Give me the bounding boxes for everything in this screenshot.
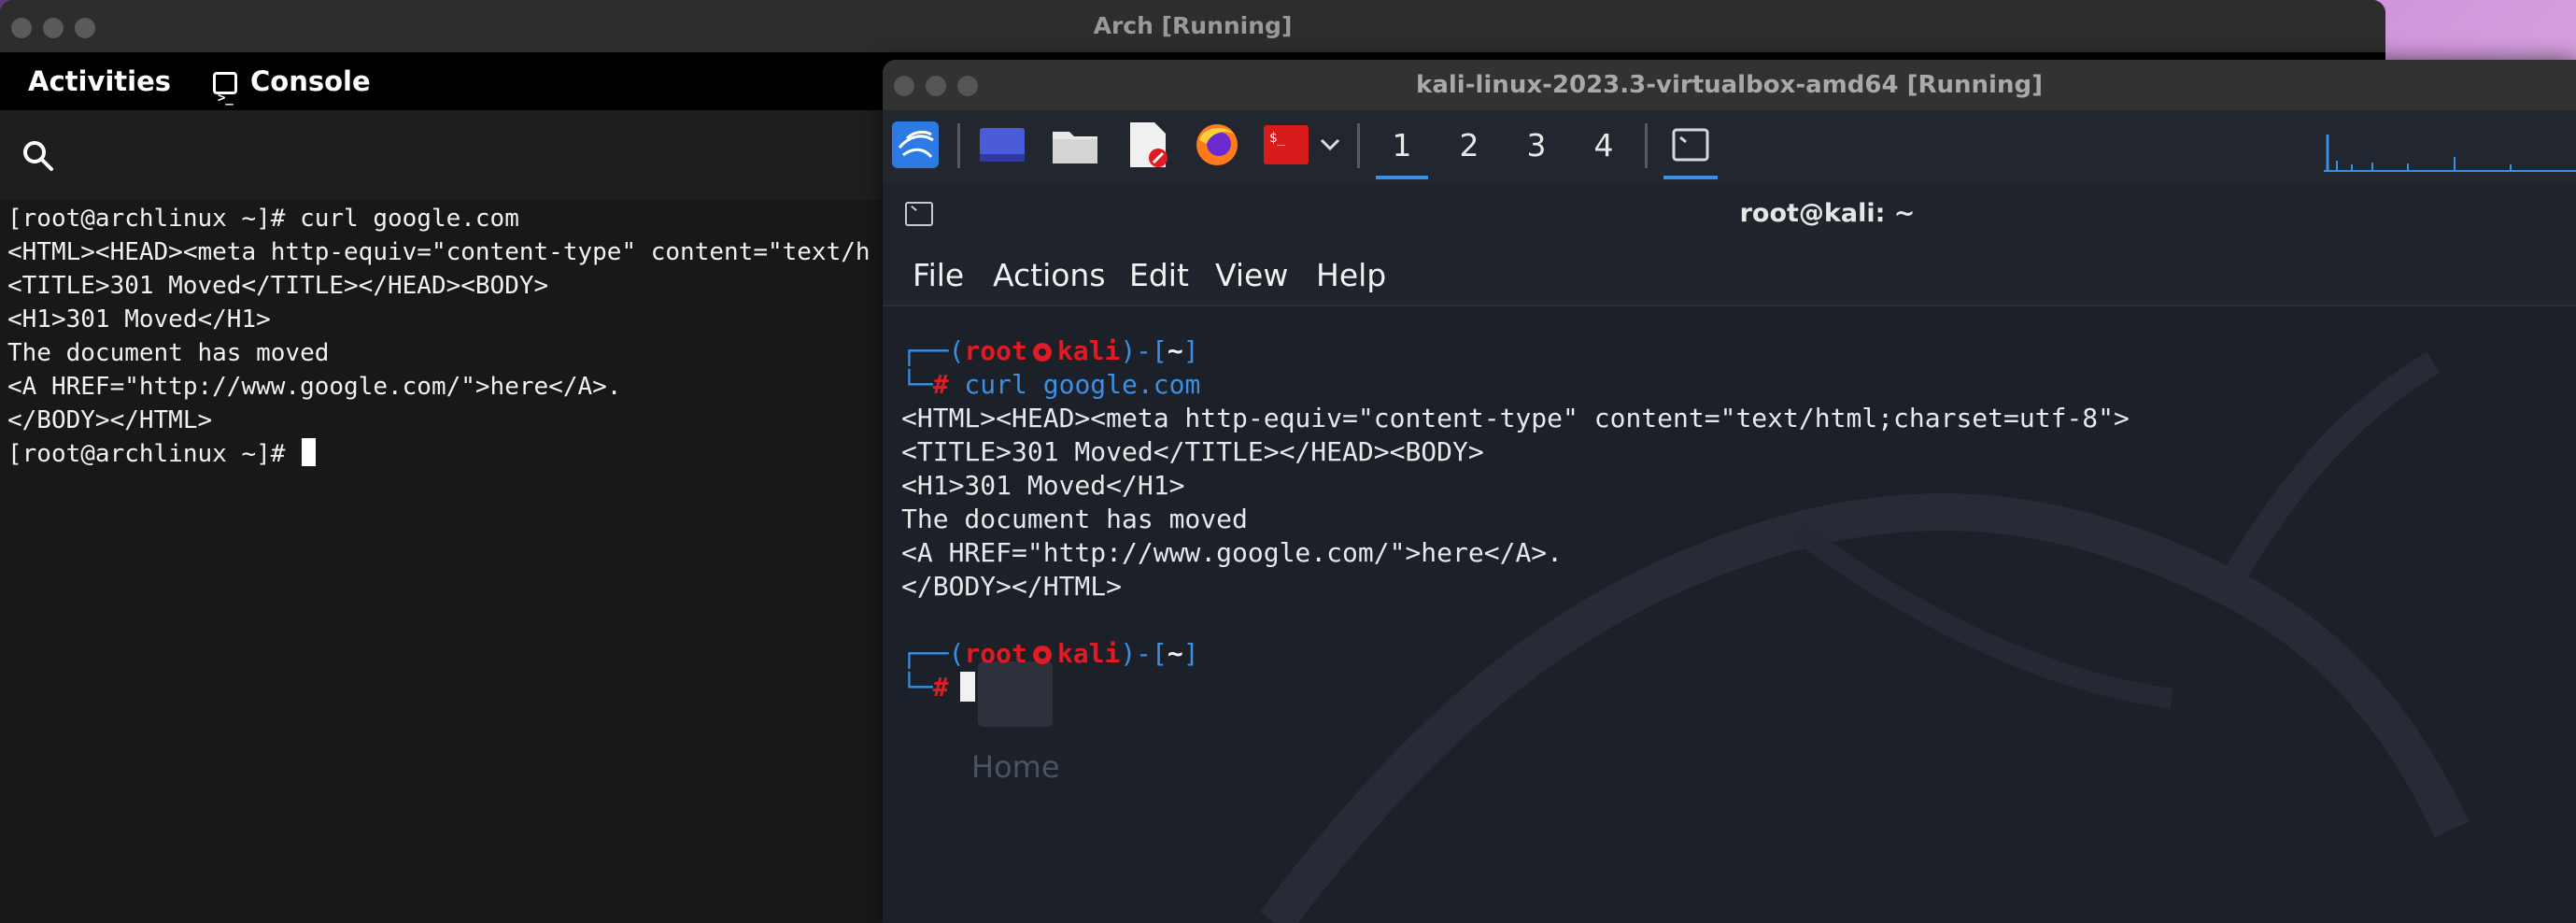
prompt-close: ] [1182,638,1199,669]
command-line: └─# curl google.com [901,368,2130,402]
prompt-open: ┌──( [901,638,965,669]
terminal-line: <H1>301 Moved</H1> [7,305,271,334]
workspace-3-button[interactable]: 3 [1505,120,1568,170]
kali-window-title: kali-linux-2023.3-virtualbox-amd64 [Runn… [1416,71,2043,99]
text-editor-icon[interactable] [1122,120,1174,170]
prompt-hash-prefix: └─ [901,369,933,400]
terminal-line: <HTML><HEAD><meta http-equiv="content-ty… [7,238,870,266]
prompt-mid: )-[ [1120,638,1168,669]
prompt-mid: )-[ [1120,335,1168,366]
prompt-open: ┌──( [901,335,965,366]
qterminal-window[interactable]: root@kali: ~ File Actions Edit View Help… [883,181,2576,923]
terminal-title: root@kali: ~ [1739,199,1916,228]
prompt-cwd: ~ [1167,335,1183,366]
prompt-hash-prefix: └─ [901,672,933,703]
text-cursor [959,672,975,702]
terminal-line: <H1>301 Moved</H1> [901,470,1185,501]
terminal-line: [root@archlinux ~]# curl google.com [7,205,519,233]
terminal-line: <A HREF="http://www.google.com/">here</A… [7,373,622,401]
menu-edit[interactable]: Edit [1129,247,1189,305]
terminal-icon [905,202,933,226]
prompt-user: root [964,335,1027,366]
kali-skull-icon [1032,646,1052,664]
prompt-user: root [964,638,1027,669]
terminal-prompt-line: [root@archlinux ~]# [7,437,870,471]
prompt-host: kali [1056,335,1121,366]
prompt-hash: # [932,672,949,703]
panel-separator [957,123,960,168]
terminal-line: </BODY></HTML> [7,406,213,434]
arch-window-titlebar[interactable]: Arch [Running] [0,0,2385,53]
prompt-hash: # [932,369,949,400]
terminal-line: The document has moved [901,504,1248,534]
arch-terminal-output: [root@archlinux ~]# curl google.com <HTML… [7,202,870,471]
workspace-1-button[interactable]: 1 [1370,120,1434,179]
workspace-4-button[interactable]: 4 [1572,120,1635,170]
kali-vm-window[interactable]: kali-linux-2023.3-virtualbox-amd64 [Runn… [883,60,2576,923]
terminal-prompt: [root@archlinux ~]# [7,440,301,468]
terminal-line: <HTML><HEAD><meta http-equiv="content-ty… [901,403,2130,433]
menu-file[interactable]: File [913,247,964,305]
prompt-line-1: ┌──(root kali)-[~] [901,334,2130,368]
desktop-home-label: Home [971,749,1060,785]
cpu-graph-icon [2324,135,2576,172]
terminal-line: <TITLE>301 Moved</TITLE></HEAD><BODY> [7,272,549,300]
terminal-emulator-icon[interactable]: $_ [1260,120,1312,170]
xfce-panel: $_ 1 2 3 4 [883,110,2576,183]
panel-separator [1357,123,1360,168]
panel-separator [1645,123,1648,168]
chevron-down-icon[interactable] [1314,120,1346,170]
terminal-line: <A HREF="http://www.google.com/">here</A… [901,537,1564,568]
prompt-close: ] [1182,335,1199,366]
menu-actions[interactable]: Actions [993,247,1106,305]
typed-command: curl google.com [948,369,1201,400]
terminal-line: </BODY></HTML> [901,571,1123,602]
file-manager-icon[interactable] [1049,120,1101,170]
activities-button[interactable]: Activities [28,52,171,110]
prompt-line-2: ┌──(root kali)-[~] [901,637,2130,671]
input-line: └─# [901,671,2130,704]
firefox-icon[interactable] [1191,120,1243,170]
kali-terminal-output: ┌──(root kali)-[~] └─# curl google.com <HTM… [901,334,2130,704]
arch-window-title: Arch [Running] [1093,12,1293,39]
menu-help[interactable]: Help [1316,247,1386,305]
svg-text:$_: $_ [1269,131,1285,146]
terminal-menubar: File Actions Edit View Help [883,247,2576,306]
workspace-2-button[interactable]: 2 [1437,120,1501,170]
console-app-menu[interactable]: Console [213,52,371,127]
terminal-line: The document has moved [7,339,330,367]
show-desktop-icon[interactable] [976,120,1028,170]
kali-menu-icon[interactable] [888,120,942,170]
kali-skull-icon [1032,343,1052,362]
kali-window-titlebar[interactable]: kali-linux-2023.3-virtualbox-amd64 [Runn… [883,60,2576,111]
terminal-icon [213,69,237,127]
text-cursor [302,438,317,466]
terminal-titlebar[interactable]: root@kali: ~ [883,181,2576,247]
blank-line: ​ [901,604,2130,637]
search-icon[interactable] [21,138,56,178]
console-label: Console [250,65,371,97]
menu-view[interactable]: View [1215,247,1288,305]
prompt-cwd: ~ [1167,638,1183,669]
kali-terminal-area[interactable]: Home ┌──(root kali)-[~] └─# curl google.co… [883,306,2576,923]
taskbar-terminal-window[interactable] [1658,120,1723,179]
terminal-line: <TITLE>301 Moved</TITLE></HEAD><BODY> [901,436,1484,467]
prompt-host: kali [1056,638,1121,669]
